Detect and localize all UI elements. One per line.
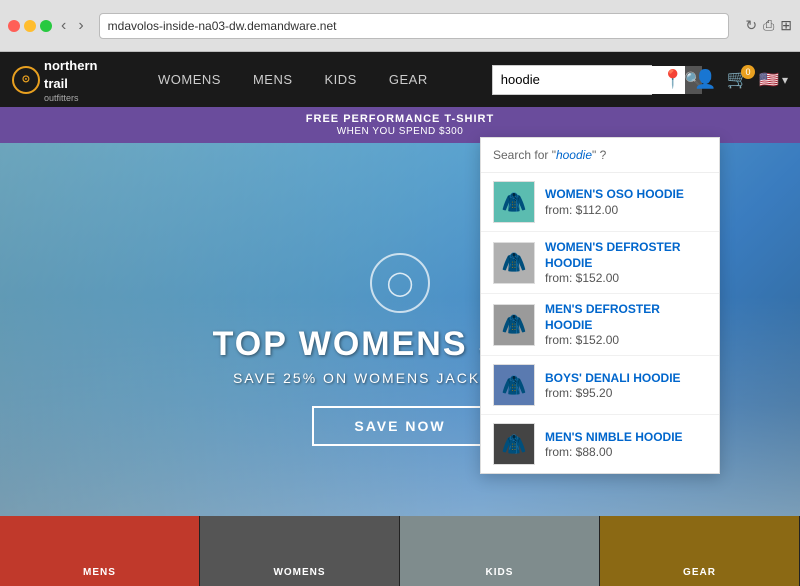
search-result-2[interactable]: 🧥 MEN'S DEFROSTER HOODIE from: $152.00: [481, 294, 719, 356]
item-name-1: WOMEN'S DEFROSTER HOODIE: [545, 240, 707, 271]
nav-kids[interactable]: KIDS: [309, 52, 373, 107]
bottom-card-mens[interactable]: MENS: [0, 516, 200, 586]
account-icon[interactable]: 👤: [694, 69, 716, 90]
item-price-3: from: $95.20: [545, 386, 681, 400]
refresh-button[interactable]: ↻: [745, 17, 757, 34]
item-info-4: MEN'S NIMBLE HOODIE from: $88.00: [545, 430, 683, 460]
item-thumb-2: 🧥: [493, 304, 535, 346]
item-thumb-1: 🧥: [493, 242, 535, 284]
header-right: 🔍 📍 👤 🛒 0 🇺🇸 ▾: [492, 65, 788, 95]
share-button[interactable]: ⎙: [763, 17, 774, 34]
item-name-3: BOYS' DENALI HOODIE: [545, 371, 681, 387]
item-name-4: MEN'S NIMBLE HOODIE: [545, 430, 683, 446]
bottom-card-kids-label: KIDS: [486, 567, 514, 578]
item-name-2: MEN'S DEFROSTER HOODIE: [545, 302, 707, 333]
nav-womens[interactable]: WOMENS: [142, 52, 237, 107]
search-dropdown: Search for "hoodie" ? 🧥 WOMEN'S OSO HOOD…: [480, 137, 720, 474]
search-result-1[interactable]: 🧥 WOMEN'S DEFROSTER HOODIE from: $152.00: [481, 232, 719, 294]
hoodie-icon-2: 🧥: [502, 312, 527, 337]
search-input[interactable]: [493, 66, 685, 94]
item-price-2: from: $152.00: [545, 333, 707, 347]
site-wrapper: ⊙ northern trail outfitters WOMENS MENS …: [0, 52, 800, 586]
item-price-0: from: $112.00: [545, 203, 684, 217]
bottom-card-gear-label: GEAR: [683, 567, 716, 578]
minimize-button[interactable]: [24, 20, 36, 32]
nav-gear[interactable]: GEAR: [373, 52, 444, 107]
nav-menu: WOMENS MENS KIDS GEAR: [142, 52, 492, 107]
nav-mens[interactable]: MENS: [237, 52, 309, 107]
hoodie-icon-1: 🧥: [502, 250, 527, 275]
logo-text: northern trail outfitters: [44, 57, 97, 103]
item-thumb-4: 🧥: [493, 423, 535, 465]
hero-cta-button[interactable]: SAVE NOW: [312, 406, 487, 446]
bottom-card-mens-label: MENS: [83, 567, 116, 578]
hoodie-icon-4: 🧥: [502, 432, 527, 457]
site-header: ⊙ northern trail outfitters WOMENS MENS …: [0, 52, 800, 107]
browser-chrome: ‹ › ↻ ⎙ ⊞: [0, 0, 800, 52]
bottom-card-gear[interactable]: GEAR: [600, 516, 800, 586]
search-box: 🔍: [492, 65, 652, 95]
item-name-0: WOMEN'S OSO HOODIE: [545, 187, 684, 203]
bookmark-button[interactable]: ⊞: [780, 17, 792, 34]
bottom-card-womens-label: WOMENS: [273, 567, 325, 578]
forward-button[interactable]: ›: [75, 17, 86, 35]
back-button[interactable]: ‹: [58, 17, 69, 35]
search-result-3[interactable]: 🧥 BOYS' DENALI HOODIE from: $95.20: [481, 356, 719, 415]
logo-area[interactable]: ⊙ northern trail outfitters: [12, 57, 142, 103]
chevron-down-icon: ▾: [782, 73, 788, 87]
item-info-3: BOYS' DENALI HOODIE from: $95.20: [545, 371, 681, 401]
item-info-1: WOMEN'S DEFROSTER HOODIE from: $152.00: [545, 240, 707, 285]
hoodie-icon-0: 🧥: [502, 190, 527, 215]
maximize-button[interactable]: [40, 20, 52, 32]
search-query: hoodie: [556, 148, 592, 162]
address-bar-wrapper[interactable]: [99, 13, 730, 39]
hero-logo-circle: ◯: [370, 253, 430, 313]
bottom-row: MENS WOMENS KIDS GEAR: [0, 516, 800, 586]
cart-icon-wrap[interactable]: 🛒 0: [727, 69, 749, 90]
flag-selector[interactable]: 🇺🇸 ▾: [759, 70, 788, 90]
search-result-0[interactable]: 🧥 WOMEN'S OSO HOODIE from: $112.00: [481, 173, 719, 232]
flag-icon: 🇺🇸: [759, 70, 779, 90]
promo-text: FREE PERFORMANCE T-SHIRT: [306, 113, 494, 125]
item-info-0: WOMEN'S OSO HOODIE from: $112.00: [545, 187, 684, 217]
hoodie-icon-3: 🧥: [502, 373, 527, 398]
browser-actions: ⎙ ⊞: [763, 17, 792, 34]
item-thumb-3: 🧥: [493, 364, 535, 406]
item-thumb-0: 🧥: [493, 181, 535, 223]
item-price-4: from: $88.00: [545, 445, 683, 459]
location-icon[interactable]: 📍: [662, 69, 684, 90]
dropdown-header: Search for "hoodie" ?: [481, 138, 719, 173]
item-info-2: MEN'S DEFROSTER HOODIE from: $152.00: [545, 302, 707, 347]
logo-icon: ⊙: [12, 66, 40, 94]
window-controls: [8, 20, 52, 32]
bottom-card-kids[interactable]: KIDS: [400, 516, 600, 586]
close-button[interactable]: [8, 20, 20, 32]
cart-badge: 0: [741, 65, 755, 79]
search-result-4[interactable]: 🧥 MEN'S NIMBLE HOODIE from: $88.00: [481, 415, 719, 473]
item-price-1: from: $152.00: [545, 271, 707, 285]
address-bar[interactable]: [108, 19, 721, 33]
promo-sub: WHEN YOU SPEND $300: [337, 126, 464, 137]
bottom-card-womens[interactable]: WOMENS: [200, 516, 400, 586]
